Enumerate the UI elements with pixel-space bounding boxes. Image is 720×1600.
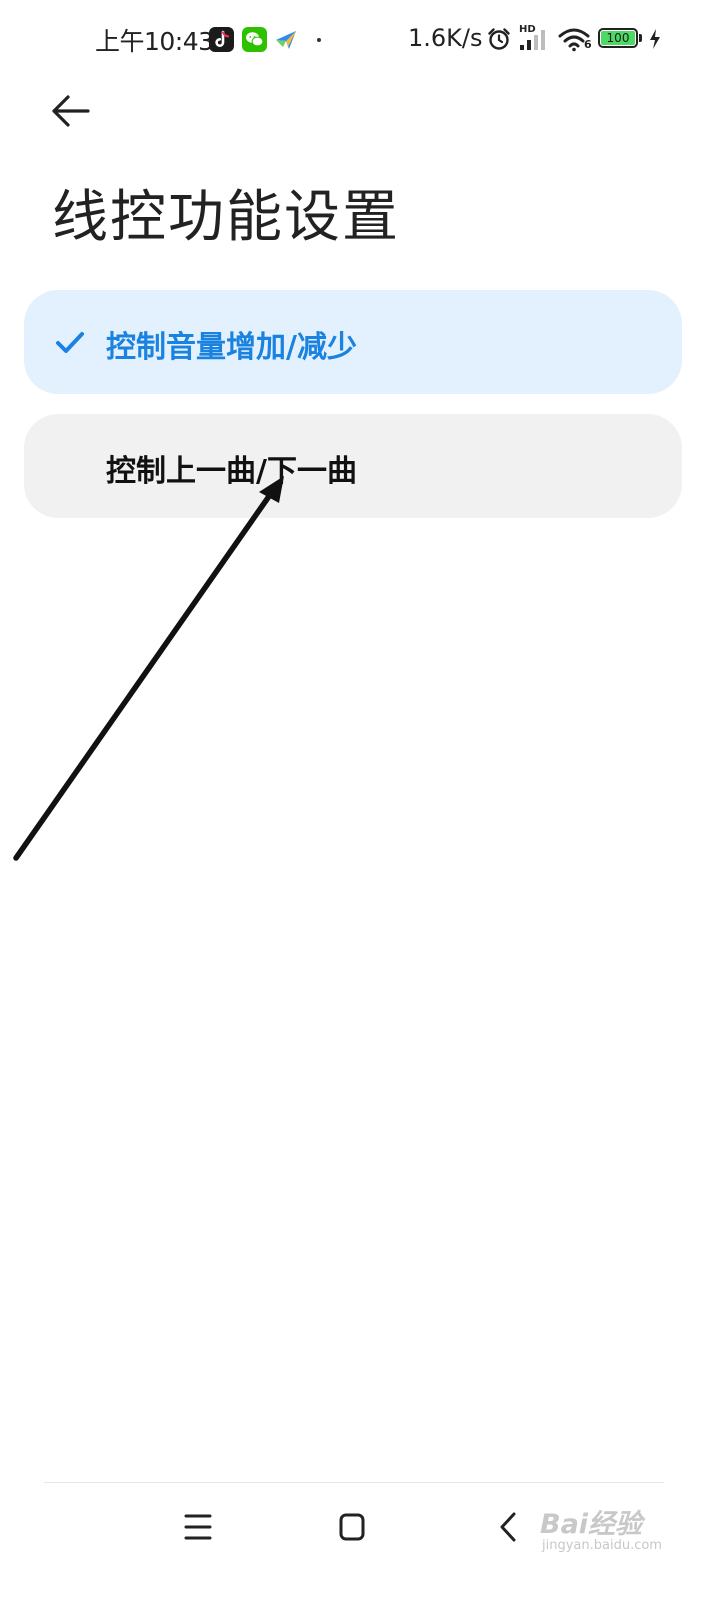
option-track-control[interactable]: 控制上一曲/下一曲 <box>24 414 682 518</box>
nav-divider <box>44 1482 664 1483</box>
nav-menu-button[interactable] <box>168 1506 228 1550</box>
tiktok-icon <box>209 27 234 52</box>
app-icon <box>274 27 299 52</box>
wifi-icon: 6 <box>558 26 592 52</box>
nav-back-button[interactable] <box>478 1506 538 1550</box>
back-arrow-icon <box>52 95 90 127</box>
back-button[interactable] <box>44 88 100 134</box>
watermark-url: jingyan.baidu.com <box>542 1538 662 1553</box>
back-icon <box>500 1512 516 1542</box>
alarm-icon <box>486 26 512 56</box>
option-volume-control[interactable]: 控制音量增加/减少 <box>24 290 682 394</box>
cellular-signal-icon: HD <box>518 24 552 52</box>
option-label: 控制音量增加/减少 <box>106 330 357 365</box>
status-dot <box>317 38 321 42</box>
nav-home-button[interactable] <box>322 1506 382 1550</box>
battery-icon: 100 <box>598 28 646 52</box>
battery-level: 100 <box>606 31 630 45</box>
menu-icon <box>184 1514 212 1540</box>
charging-icon <box>648 28 662 54</box>
battery-tip <box>639 34 642 42</box>
status-bar: 上午10:43 1.6K/s HD 6 100 <box>0 0 720 80</box>
watermark: Bai经验 jingyan.baidu.com <box>540 1498 670 1556</box>
home-icon <box>339 1513 365 1541</box>
page-title: 线控功能设置 <box>52 185 400 250</box>
status-time: 上午10:43 <box>95 27 214 56</box>
option-label: 控制上一曲/下一曲 <box>106 454 357 489</box>
network-speed: 1.6K/s <box>408 24 483 52</box>
wifi-signal-label: 6 <box>584 38 592 51</box>
wechat-icon <box>242 27 267 52</box>
check-icon <box>54 326 86 362</box>
watermark-logo: Bai经验 <box>540 1509 643 1540</box>
